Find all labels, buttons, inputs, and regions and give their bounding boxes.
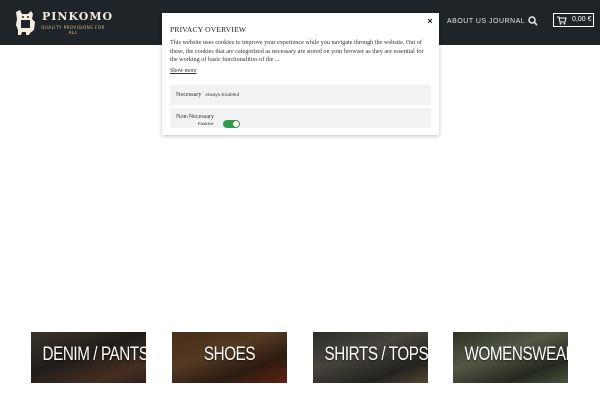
logo-wordmark: PINKOMO [42,10,114,23]
category-tile-denim-pants[interactable]: DENIM / PANTS [31,332,146,383]
cookie-category-label: Necessary [176,91,202,98]
category-label: SHIRTS / TOPS [324,344,429,365]
dog-logo-icon [16,10,35,35]
privacy-description: This website uses cookies to improve you… [170,39,424,63]
nav-journal[interactable]: JOURNAL [489,18,525,25]
modal-title: PRIVACY OVERVIEW [170,25,247,34]
non-necessary-toggle[interactable] [223,120,240,128]
category-tile-womenswear[interactable]: WOMENSWEAR [453,332,568,383]
always-enabled-status: Always Enabled [204,93,240,98]
logo-tagline: QUALITY PROVISIONS FOR ALL [41,25,105,35]
nav-about-us[interactable]: ABOUT US [447,18,487,25]
site-logo[interactable]: PINKOMO QUALITY PROVISIONS FOR ALL [10,7,112,37]
cookie-category-label: Non-Necessary [176,113,215,120]
privacy-overview-modal: PRIVACY OVERVIEW × This website uses coo… [162,13,439,135]
cookie-category-necessary[interactable]: Necessary Always Enabled [170,85,431,105]
cookie-category-non-necessary[interactable]: Non-Necessary Enabled [170,108,431,128]
category-label: WOMENSWEAR [464,344,569,365]
cart-total: 0,00 € [572,16,592,23]
category-tile-shirts-tops[interactable]: SHIRTS / TOPS [313,332,428,383]
search-icon[interactable] [527,15,539,27]
toggle-knob [233,121,239,127]
toggle-status-label: Enabled [198,121,214,126]
show-more-link[interactable]: Show more [170,68,197,74]
close-icon[interactable]: × [425,16,435,26]
cart-icon [557,16,567,25]
cart-button[interactable]: 0,00 € [553,13,594,27]
category-label: DENIM / PANTS [42,344,147,365]
category-tile-shoes[interactable]: SHOES [172,332,287,383]
category-label: SHOES [203,344,256,365]
